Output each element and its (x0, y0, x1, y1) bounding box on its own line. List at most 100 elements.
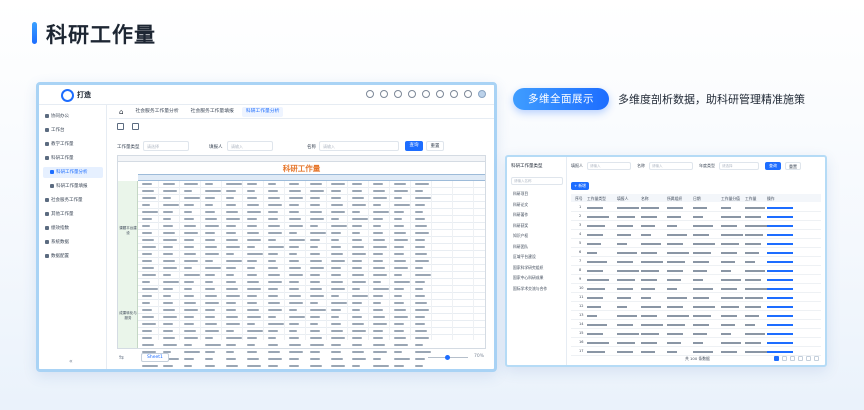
zoom-knob[interactable] (445, 355, 450, 360)
type-nav-item[interactable]: 科研项目 (513, 191, 528, 197)
reset-button[interactable]: 重置 (426, 141, 444, 151)
settings-icon[interactable] (394, 90, 402, 98)
tab[interactable]: 社会服务工作量填报 (187, 107, 238, 117)
collapse-icon[interactable]: « (69, 358, 73, 365)
filler-input[interactable]: 请输入 (227, 141, 273, 151)
row-action-links[interactable] (767, 270, 793, 272)
message-icon[interactable] (422, 90, 430, 98)
row-action-links[interactable] (767, 297, 793, 299)
type-nav-item[interactable]: 区域平台建设 (513, 254, 536, 260)
type-nav-item[interactable]: 知识产权 (513, 233, 528, 239)
add-button[interactable]: + 新增 (571, 182, 589, 190)
type-nav-item[interactable]: 国家中心科研成果 (513, 275, 543, 281)
table-row[interactable]: 5 (571, 239, 821, 248)
row-action-links[interactable] (767, 333, 793, 335)
type-nav-item[interactable]: 科研论文 (513, 202, 528, 208)
sheet-nav-icon[interactable]: ⇆ (119, 354, 124, 361)
home-icon[interactable]: ⌂ (115, 107, 127, 117)
table-row[interactable]: 1 (571, 203, 821, 212)
type-nav-item[interactable]: 科研著作 (513, 212, 528, 218)
table-row[interactable]: 16 (571, 338, 821, 347)
bell-icon[interactable] (408, 90, 416, 98)
row-action-links[interactable] (767, 243, 793, 245)
type-nav-item[interactable]: 科研团队 (513, 244, 528, 250)
cell-text (745, 207, 765, 209)
avatar[interactable] (478, 90, 486, 98)
sidebar-item[interactable]: 其他工作量 (43, 209, 103, 220)
table-row[interactable]: 2 (571, 212, 821, 221)
name-input[interactable]: 请输入 (319, 141, 399, 151)
page-2[interactable] (782, 356, 787, 361)
type-nav-item[interactable]: 国际学术交流与合作 (513, 286, 547, 292)
sheet-cell-text (415, 190, 423, 192)
sheet-cell-text (415, 267, 423, 269)
table-row[interactable]: 10 (571, 284, 821, 293)
table-row[interactable]: 12 (571, 302, 821, 311)
query-button[interactable]: 查询 (765, 162, 781, 170)
type-search-input[interactable]: 请输入名称 (511, 177, 563, 185)
row-action-links[interactable] (767, 288, 793, 290)
row-action-links[interactable] (767, 216, 793, 218)
table-row[interactable]: 14 (571, 320, 821, 329)
sidebar-item[interactable]: 科研工作量分析 (43, 167, 103, 178)
type-nav-item[interactable]: 科研获奖 (513, 223, 528, 229)
gear-icon[interactable] (464, 90, 472, 98)
sidebar-item[interactable]: 工作台 (43, 125, 103, 136)
table-row[interactable]: 7 (571, 257, 821, 266)
page-3[interactable] (790, 356, 795, 361)
sidebar-item[interactable]: 系统数据 (43, 237, 103, 248)
search-icon[interactable] (366, 90, 374, 98)
table-row[interactable]: 3 (571, 221, 821, 230)
page-5[interactable] (806, 356, 811, 361)
reset-button[interactable]: 重置 (785, 162, 801, 170)
fullscreen-icon[interactable] (436, 90, 444, 98)
sidebar-item[interactable]: 社会服务工作量 (43, 195, 103, 206)
row-action-links[interactable] (767, 261, 793, 263)
row-action-links[interactable] (767, 324, 793, 326)
sidebar-item[interactable]: 协同办公 (43, 111, 103, 122)
sidebar-item[interactable]: 教学工作量 (43, 139, 103, 150)
filler-input[interactable]: 请输入 (587, 162, 631, 170)
spreadsheet[interactable]: 科研工作量 课题平台建设 成果转化与服务 (117, 155, 486, 367)
tab[interactable]: 科研工作量分析 (241, 106, 284, 117)
table-row[interactable]: 4 (571, 230, 821, 239)
page-next[interactable] (814, 356, 819, 361)
table-row[interactable]: 11 (571, 293, 821, 302)
sidebar-item[interactable]: 科研工作量填报 (43, 181, 103, 192)
query-button[interactable]: 查询 (405, 141, 423, 151)
row-action-links[interactable] (767, 225, 793, 227)
type-select[interactable]: 请选择 (143, 141, 189, 151)
row-action-links[interactable] (767, 315, 793, 317)
sheet-cell-text (142, 267, 154, 269)
row-number: 5 (579, 241, 582, 245)
sidebar-item[interactable]: 科研工作量 (43, 153, 103, 164)
translate-icon[interactable] (450, 90, 458, 98)
sheet-tab[interactable]: Sheet1 (141, 353, 169, 362)
row-action-links[interactable] (767, 306, 793, 308)
type-select[interactable]: 请选择 (719, 162, 759, 170)
table-row[interactable]: 8 (571, 266, 821, 275)
page-4[interactable] (798, 356, 803, 361)
tab[interactable]: 社会服务工作量分析 (131, 107, 182, 117)
row-action-links[interactable] (767, 207, 793, 209)
table-row[interactable]: 6 (571, 248, 821, 257)
table-row[interactable]: 13 (571, 311, 821, 320)
sheet-cell-text (394, 330, 404, 332)
sheet-cell-text (352, 281, 366, 283)
sidebar-item[interactable]: 数据配置 (43, 251, 103, 262)
name-input[interactable]: 请输入 (649, 162, 693, 170)
home-tool-icon[interactable] (117, 123, 124, 130)
export-icon[interactable] (132, 123, 139, 130)
row-action-links[interactable] (767, 351, 793, 353)
sidebar-item[interactable]: 绩效指数 (43, 223, 103, 234)
table-row[interactable]: 15 (571, 329, 821, 338)
page-1[interactable] (774, 356, 779, 361)
row-action-links[interactable] (767, 234, 793, 236)
star-icon[interactable] (380, 90, 388, 98)
type-nav-item[interactable]: 国家科学研究组织 (513, 265, 543, 271)
row-action-links[interactable] (767, 279, 793, 281)
table-row[interactable]: 17 (571, 347, 821, 356)
row-action-links[interactable] (767, 252, 793, 254)
row-action-links[interactable] (767, 342, 793, 344)
table-row[interactable]: 9 (571, 275, 821, 284)
